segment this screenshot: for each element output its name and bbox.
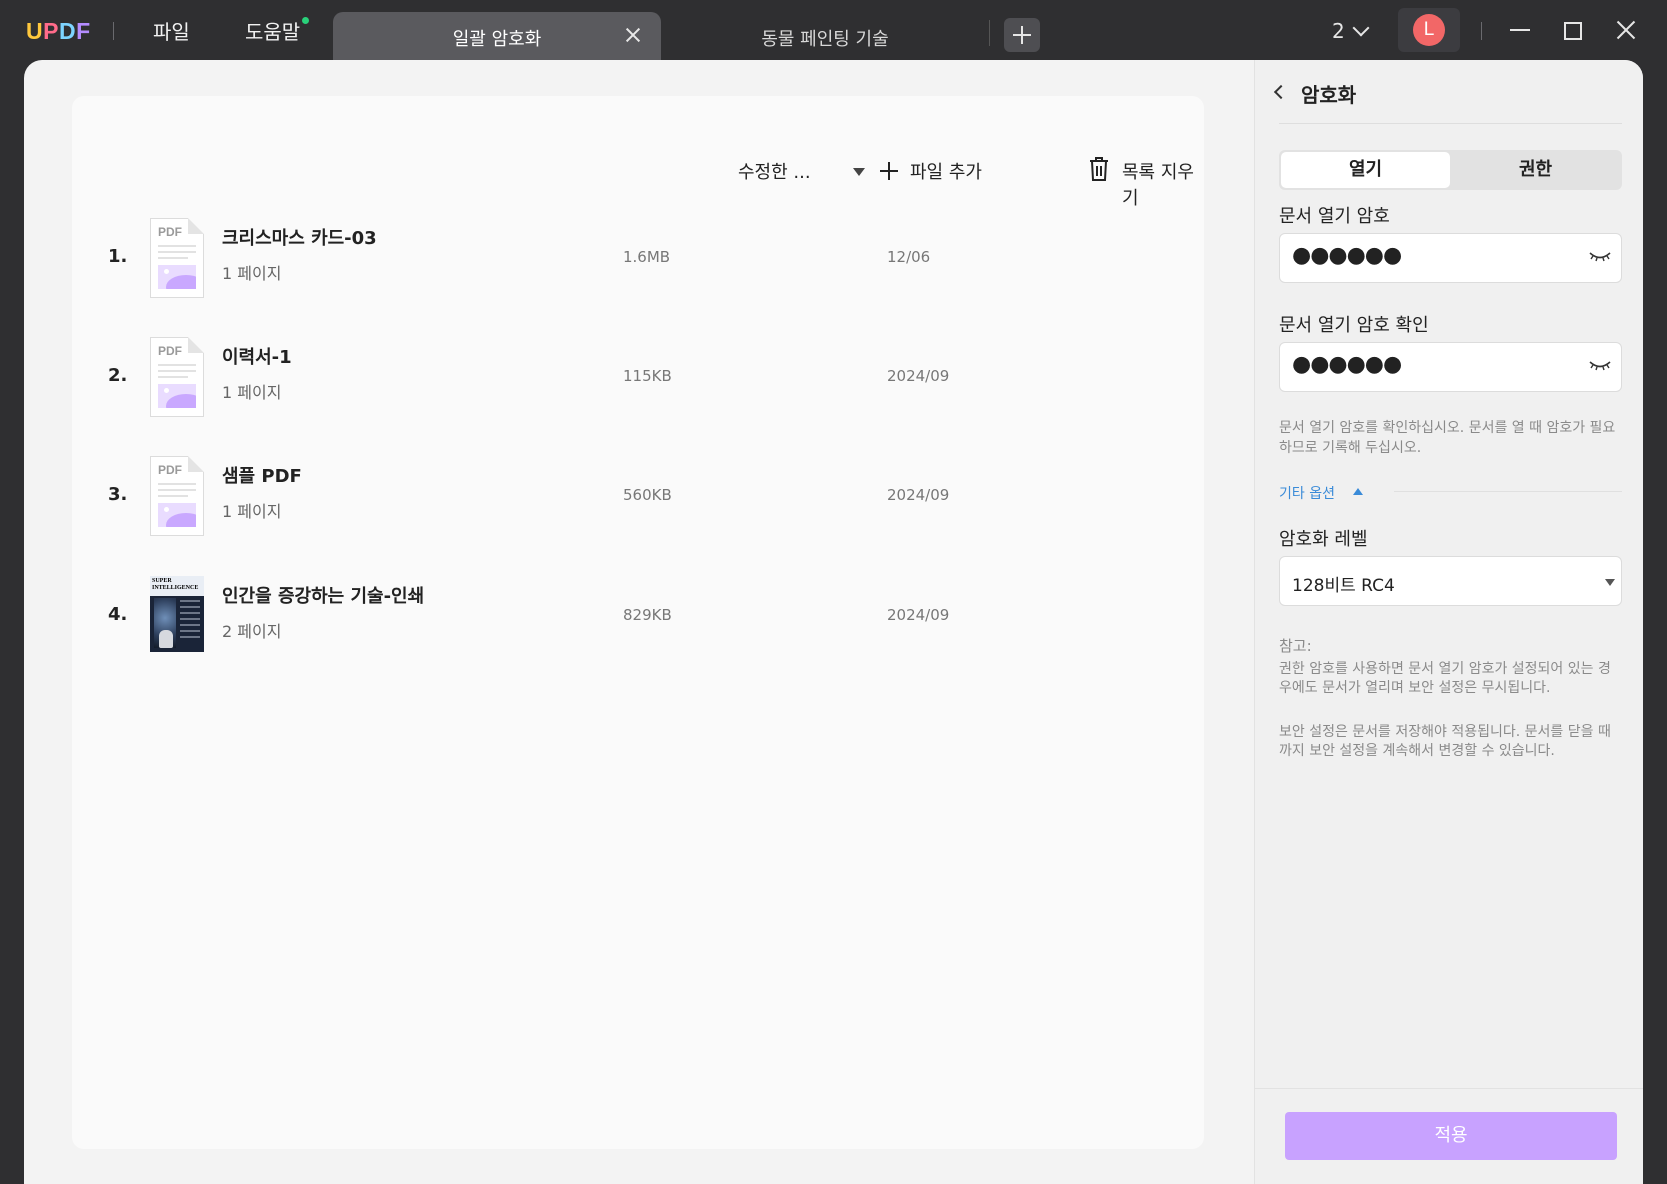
file-pages: 1 페이지	[222, 264, 282, 283]
file-name: 인간을 증강하는 기술-인쇄	[222, 586, 425, 607]
encryption-level-label: 암호화 레벨	[1279, 529, 1368, 550]
encryption-level-select[interactable]: 128비트 RC4	[1279, 556, 1622, 606]
eye-closed-icon[interactable]	[1589, 359, 1611, 373]
file-date: 2024/09	[887, 486, 950, 504]
more-options-toggle[interactable]: 기타 옵션	[1279, 483, 1335, 503]
file-size: 560KB	[623, 486, 672, 504]
file-date: 2024/09	[887, 367, 950, 385]
clear-list-button[interactable]: 목록 지우기	[1122, 158, 1204, 210]
confirm-password-label: 문서 열기 암호 확인	[1279, 315, 1429, 336]
file-date: 12/06	[887, 248, 931, 266]
tab-label: 일괄 암호화	[452, 29, 542, 50]
row-number: 4.	[108, 604, 128, 625]
password-dots: ●●●●●●	[1292, 352, 1402, 377]
title-bar: UPDF 파일 도움말 일괄 암호화 동물 페인팅 기술 2 L	[0, 0, 1667, 60]
confirm-password-field[interactable]: ●●●●●●	[1279, 342, 1622, 392]
encryption-panel: 암호화 열기 권한 문서 열기 암호 ●●●●●● 문서 열기 암호 확인 ●●…	[1254, 60, 1643, 1184]
plus-icon[interactable]	[880, 162, 898, 180]
apply-button[interactable]: 적용	[1285, 1112, 1617, 1160]
avatar: L	[1413, 14, 1445, 46]
panel-title: 암호화	[1301, 83, 1357, 107]
main-window: 수정한 ... 파일 추가 목록 지우기 1. PDF 크리스마스 카드-03 …	[24, 60, 1643, 1184]
pdf-file-icon: PDF	[150, 456, 204, 536]
tab-animal-painting[interactable]: 동물 페인팅 기술	[700, 25, 950, 51]
divider	[1255, 1088, 1643, 1089]
file-size: 1.6MB	[623, 248, 671, 266]
window-counter[interactable]: 2	[1332, 19, 1345, 43]
row-number: 3.	[108, 484, 128, 505]
note-title: 참고:	[1279, 637, 1312, 655]
maximize-icon[interactable]	[1560, 18, 1584, 42]
select-value: 128비트 RC4	[1292, 576, 1395, 596]
trash-icon[interactable]	[1088, 156, 1110, 182]
tab-divider	[989, 20, 990, 46]
tab-batch-encrypt[interactable]: 일괄 암호화	[333, 12, 661, 60]
file-name: 이력서-1	[222, 347, 292, 368]
row-number: 2.	[108, 365, 128, 386]
file-pages: 1 페이지	[222, 383, 282, 402]
divider	[113, 22, 114, 40]
new-tab-plus-icon[interactable]	[1004, 18, 1040, 52]
file-row[interactable]: 4. SUPER INTELLIGENCE 인간을 증강하는 기술-인쇄 2 페…	[72, 576, 1204, 656]
account-button[interactable]: L	[1398, 8, 1460, 52]
divider	[1279, 123, 1622, 124]
pdf-file-icon: PDF	[150, 337, 204, 417]
tab-permission[interactable]: 권한	[1451, 152, 1620, 188]
caret-up-icon[interactable]	[1353, 488, 1363, 495]
password-dots: ●●●●●●	[1292, 243, 1402, 268]
file-row[interactable]: 3. PDF 샘플 PDF 1 페이지 560KB 2024/09	[72, 456, 1204, 536]
mode-segmented-control: 열기 권한	[1279, 150, 1622, 190]
open-password-label: 문서 열기 암호	[1279, 206, 1390, 227]
file-pages: 1 페이지	[222, 502, 282, 521]
notification-dot	[302, 17, 309, 24]
window-edge	[1643, 60, 1667, 1184]
tab-close-icon[interactable]	[623, 25, 643, 45]
close-window-icon[interactable]	[1614, 18, 1638, 42]
caret-down-icon[interactable]	[853, 168, 865, 176]
file-row[interactable]: 2. PDF 이력서-1 1 페이지 115KB 2024/09	[72, 337, 1204, 417]
back-chevron-icon[interactable]	[1273, 84, 1289, 100]
sort-dropdown[interactable]: 수정한 ...	[738, 158, 811, 184]
add-file-button[interactable]: 파일 추가	[910, 158, 982, 184]
file-row[interactable]: 1. PDF 크리스마스 카드-03 1 페이지 1.6MB 12/06	[72, 218, 1204, 298]
file-name: 크리스마스 카드-03	[222, 228, 377, 249]
file-name: 샘플 PDF	[222, 466, 302, 487]
file-size: 829KB	[623, 606, 672, 624]
eye-closed-icon[interactable]	[1589, 250, 1611, 264]
pdf-file-icon: PDF	[150, 218, 204, 298]
divider	[1481, 22, 1482, 40]
note-text: 보안 설정은 문서를 저장해야 적용됩니다. 문서를 닫을 때까지 보안 설정을…	[1279, 724, 1611, 759]
file-date: 2024/09	[887, 606, 950, 624]
file-list-panel: 수정한 ... 파일 추가 목록 지우기 1. PDF 크리스마스 카드-03 …	[72, 96, 1204, 1149]
book-cover-thumbnail: SUPER INTELLIGENCE	[150, 576, 204, 652]
tab-open[interactable]: 열기	[1281, 152, 1450, 188]
note-text: 권한 암호를 사용하면 문서 열기 암호가 설정되어 있는 경우에도 문서가 열…	[1279, 661, 1611, 696]
open-password-field[interactable]: ●●●●●●	[1279, 233, 1622, 283]
updf-logo: UPDF	[26, 18, 91, 44]
file-size: 115KB	[623, 367, 672, 385]
row-number: 1.	[108, 246, 128, 267]
minimize-icon[interactable]	[1508, 18, 1532, 42]
password-hint: 문서 열기 암호를 확인하십시오. 문서를 열 때 암호가 필요하므로 기록해 …	[1279, 420, 1616, 456]
file-pages: 2 페이지	[222, 622, 282, 641]
caret-down-icon	[1605, 579, 1615, 586]
menu-file[interactable]: 파일	[153, 16, 190, 45]
divider	[1394, 491, 1622, 492]
chevron-down-icon[interactable]	[1352, 19, 1370, 37]
menu-help[interactable]: 도움말	[245, 16, 300, 45]
